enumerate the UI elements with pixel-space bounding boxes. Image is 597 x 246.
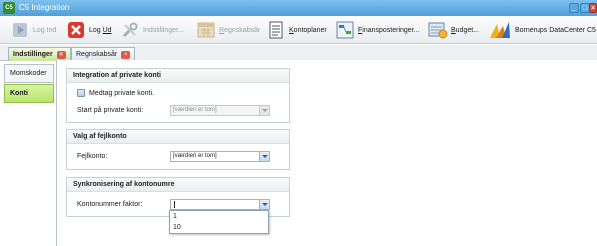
- include-private-label: Medtag private konti.: [89, 90, 154, 97]
- text-cursor: [174, 201, 175, 208]
- budget-button[interactable]: Budget...: [428, 19, 479, 41]
- settings-button[interactable]: Indstillinger...: [120, 19, 184, 41]
- chart-of-accounts-label: Kontoplaner: [289, 26, 327, 34]
- logo-icon: [488, 20, 512, 40]
- private-accounts-group: Integration af private konti Medtag priv…: [66, 68, 290, 123]
- tab-regnskabsar[interactable]: Regnskabsår ×: [71, 47, 136, 61]
- document-icon: [266, 20, 286, 40]
- calendar-icon: [196, 20, 216, 40]
- settings-label: Indstillinger...: [143, 26, 184, 34]
- chart-of-accounts-button[interactable]: Kontoplaner: [266, 19, 327, 41]
- private-start-value: [værdien er tom]: [173, 107, 217, 113]
- brand-link[interactable]: Bornerups DataCenter C5: [488, 19, 596, 41]
- nav-item-momskoder[interactable]: Momskoder: [4, 64, 54, 83]
- logout-button[interactable]: Log Ud: [66, 19, 112, 41]
- login-icon: [10, 20, 30, 40]
- group-title: Integration af private konti: [67, 69, 289, 83]
- budget-label: Budget...: [451, 26, 480, 34]
- private-start-label: Start på private konti:: [77, 107, 144, 114]
- budget-icon: [428, 20, 448, 40]
- group-title: Synkronisering af kontonumre: [67, 178, 289, 192]
- tab-label: Indstillinger: [13, 51, 53, 58]
- postings-icon: [335, 20, 355, 40]
- tools-icon: [120, 20, 140, 40]
- tab-label: Regnskabsår: [76, 51, 118, 58]
- nav-item-konti[interactable]: Konti: [4, 84, 54, 103]
- group-title: Valg af fejlkonto: [67, 130, 289, 144]
- close-icon[interactable]: ×: [56, 50, 66, 59]
- window-title: C5 Integration: [19, 3, 70, 12]
- brand-label: Bornerups DataCenter C5: [515, 26, 596, 34]
- chevron-down-icon: [259, 152, 269, 161]
- side-navigation: Momskoder Konti: [4, 64, 54, 124]
- error-account-label: Fejlkonto:: [77, 153, 108, 160]
- include-private-checkbox[interactable]: [77, 89, 85, 97]
- login-button[interactable]: Log Ind: [10, 19, 56, 41]
- error-account-value: [værdien er tom]: [173, 153, 217, 159]
- title-bar: C5 C5 Integration _ □ ×: [0, 0, 597, 16]
- close-window-button[interactable]: ×: [589, 3, 597, 13]
- tab-indstillinger[interactable]: Indstillinger ×: [8, 47, 71, 61]
- app-icon: C5: [3, 2, 15, 14]
- nav-item-label: Konti: [10, 90, 28, 97]
- logout-icon: [66, 20, 86, 40]
- private-start-combo[interactable]: [værdien er tom]: [170, 105, 270, 116]
- close-icon[interactable]: ×: [121, 50, 131, 59]
- error-account-combo[interactable]: [værdien er tom]: [170, 151, 270, 162]
- toolbar: Log Ind Log Ud Indstillinger... Regnskab…: [0, 16, 597, 44]
- dropdown-option[interactable]: 10: [173, 224, 181, 231]
- minimize-button[interactable]: _: [569, 3, 579, 13]
- fiscal-year-label: Regnskabsår: [219, 26, 261, 34]
- dropdown-option[interactable]: 1: [173, 213, 177, 220]
- account-factor-label: Kontonummer faktor:: [77, 201, 143, 208]
- postings-label: Finansposteringer...: [358, 26, 420, 34]
- error-account-group: Valg af fejlkonto Fejlkonto: [værdien er…: [66, 129, 290, 170]
- postings-button[interactable]: Finansposteringer...: [335, 19, 419, 41]
- account-factor-combo[interactable]: [170, 199, 270, 210]
- fiscal-year-button[interactable]: Regnskabsår: [196, 19, 260, 41]
- document-tabs: Indstillinger × Regnskabsår ×: [0, 45, 597, 61]
- account-factor-dropdown: 1 10: [169, 210, 269, 234]
- nav-item-label: Momskoder: [10, 70, 47, 77]
- chevron-down-icon: [259, 200, 269, 209]
- login-label: Log Ind: [33, 26, 57, 34]
- chevron-down-icon: [259, 106, 269, 115]
- logout-label: Log Ud: [89, 26, 112, 34]
